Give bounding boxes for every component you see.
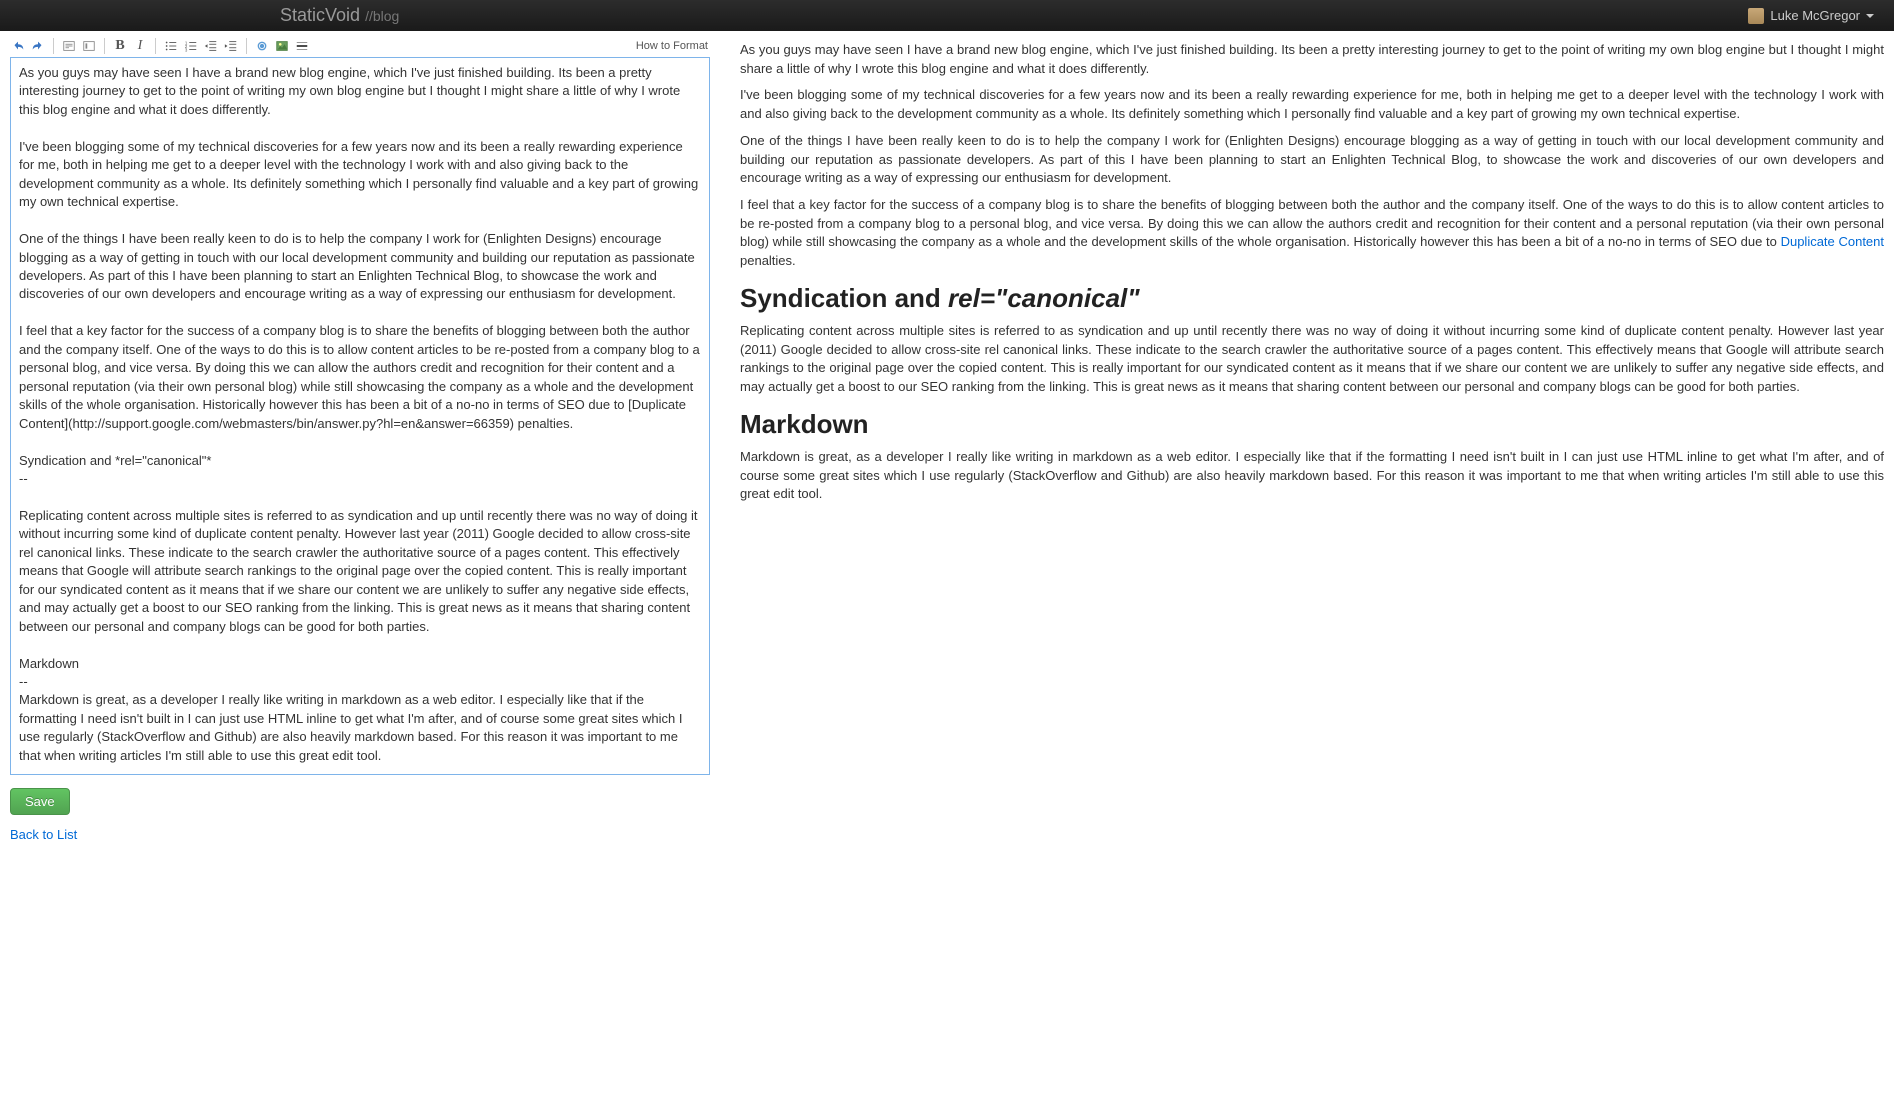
italic-icon[interactable]: I [132,38,148,54]
caret-down-icon [1866,14,1874,18]
separator [104,38,105,54]
save-button[interactable]: Save [10,788,70,815]
preview-heading-markdown: Markdown [740,409,1884,440]
back-to-list-link[interactable]: Back to List [10,827,710,842]
how-to-format-link[interactable]: How to Format [636,40,708,52]
undo-icon[interactable] [10,38,26,54]
bullet-list-icon[interactable] [163,38,179,54]
brand-main: StaticVoid [280,5,360,25]
preview-pane: As you guys may have seen I have a brand… [740,35,1884,842]
redo-icon[interactable] [30,38,46,54]
duplicate-content-link[interactable]: Duplicate Content [1781,234,1884,249]
blockquote-icon[interactable] [81,38,97,54]
preview-paragraph: One of the things I have been really kee… [740,132,1884,188]
link-icon[interactable] [254,38,270,54]
navbar: StaticVoid //blog Luke McGregor [0,0,1894,31]
bold-icon[interactable]: B [112,38,128,54]
hr-icon[interactable] [294,38,310,54]
preview-paragraph: I feel that a key factor for the success… [740,196,1884,271]
separator [53,38,54,54]
preview-paragraph: As you guys may have seen I have a brand… [740,41,1884,78]
preview-paragraph: Markdown is great, as a developer I real… [740,448,1884,504]
preview-heading-syndication: Syndication and rel="canonical" [740,283,1884,314]
markdown-editor[interactable] [10,57,710,775]
svg-text:3: 3 [185,47,188,52]
separator [155,38,156,54]
outdent-icon[interactable] [203,38,219,54]
user-menu[interactable]: Luke McGregor [1748,8,1874,24]
avatar-icon [1748,8,1764,24]
indent-icon[interactable] [223,38,239,54]
preview-paragraph: Replicating content across multiple site… [740,322,1884,397]
numbered-list-icon[interactable]: 123 [183,38,199,54]
heading-icon[interactable] [61,38,77,54]
editor-toolbar: B I 123 How to [10,35,710,57]
separator [246,38,247,54]
preview-paragraph: I've been blogging some of my technical … [740,86,1884,123]
brand-sub: //blog [365,8,399,24]
image-icon[interactable] [274,38,290,54]
brand[interactable]: StaticVoid //blog [280,5,399,26]
user-name: Luke McGregor [1770,8,1860,23]
